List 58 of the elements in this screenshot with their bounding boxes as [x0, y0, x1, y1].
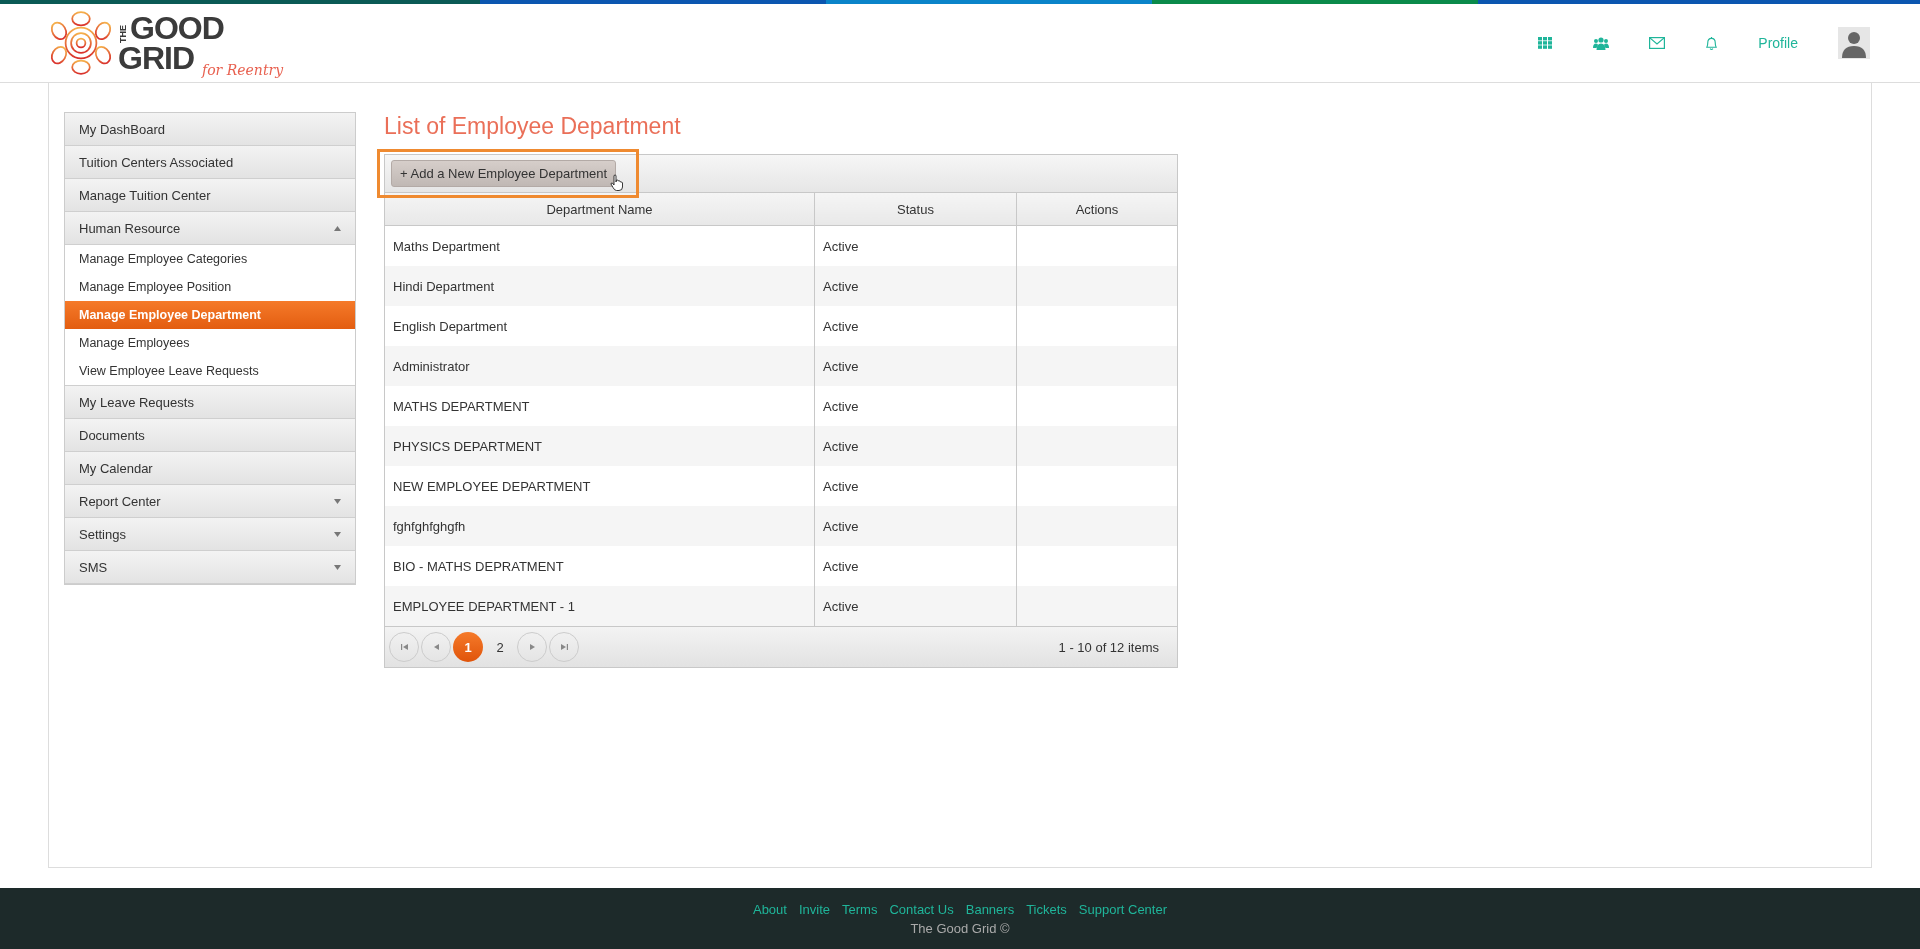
footer-link[interactable]: Terms	[842, 901, 878, 917]
table-cell: Active	[814, 586, 1017, 626]
sidebar-item[interactable]: My Leave Requests	[65, 386, 355, 419]
sidebar-item[interactable]: Settings	[65, 518, 355, 551]
table-cell: Active	[814, 506, 1017, 546]
sidebar-subitem[interactable]: Manage Employee Position	[65, 273, 355, 301]
grid-icon[interactable]	[1538, 37, 1554, 49]
avatar-icon[interactable]	[1838, 27, 1870, 59]
skip-to-end-icon	[560, 644, 568, 650]
sidebar-item[interactable]: Tuition Centers Associated	[65, 146, 355, 179]
sidebar-subitem[interactable]: Manage Employee Categories	[65, 245, 355, 273]
sidebar-subitem[interactable]: Manage Employees	[65, 329, 355, 357]
caret-down-icon	[334, 498, 341, 504]
hand-cursor-icon	[610, 174, 624, 192]
sidebar-item[interactable]: SMS	[65, 551, 355, 584]
triangle-left-icon	[433, 644, 439, 650]
sidebar-item[interactable]: Manage Tuition Center	[65, 179, 355, 212]
column-header[interactable]: Actions	[1016, 193, 1177, 226]
footer-link[interactable]: Tickets	[1026, 901, 1067, 917]
table-cell: PHYSICS DEPARTMENT	[385, 426, 815, 466]
mail-icon[interactable]	[1649, 37, 1666, 49]
table-cell: Administrator	[385, 346, 815, 386]
column-header[interactable]: Status	[814, 193, 1017, 226]
skip-to-start-icon	[400, 644, 408, 650]
page-title: List of Employee Department	[384, 112, 682, 140]
copyright-text: The Good Grid ©	[910, 920, 1010, 936]
logo-word: GOOD	[130, 13, 224, 43]
bell-icon[interactable]	[1705, 35, 1719, 51]
logo-word: THE	[118, 25, 128, 43]
footer-link[interactable]: Banners	[965, 901, 1015, 917]
add-department-button[interactable]: + Add a New Employee Department	[391, 160, 617, 187]
caret-down-icon	[334, 531, 341, 537]
table-cell: Active	[814, 426, 1017, 466]
sidebar-item[interactable]: My Calendar	[65, 452, 355, 485]
footer-link[interactable]: Contact Us	[889, 901, 954, 917]
sidebar-item[interactable]: My DashBoard	[65, 113, 355, 146]
sidebar-item[interactable]: Report Center	[65, 485, 355, 518]
flower-logo-icon	[48, 10, 114, 76]
footer-link[interactable]: About	[752, 901, 787, 917]
column-header[interactable]: Department Name	[385, 193, 815, 226]
page-button[interactable]: 2	[485, 632, 515, 662]
table-cell: EMPLOYEE DEPARTMENT - 1	[385, 586, 815, 626]
table-cell: Hindi Department	[385, 266, 815, 306]
table-cell: fghfghfghgfh	[385, 506, 815, 546]
users-icon[interactable]	[1593, 36, 1610, 50]
caret-up-icon	[334, 225, 341, 231]
logo-tagline: for Reentry	[202, 63, 284, 77]
pager-summary: 1 - 10 of 12 items	[1058, 639, 1159, 655]
triangle-right-icon	[529, 644, 535, 650]
logo-word: GRID	[118, 43, 194, 73]
table-cell: Active	[814, 266, 1017, 306]
footer-link[interactable]: Support Center	[1078, 901, 1168, 917]
sidebar-item[interactable]: Human Resource	[65, 212, 355, 245]
sidebar-item[interactable]: Documents	[65, 419, 355, 452]
sidebar-subitem[interactable]: View Employee Leave Requests	[65, 357, 355, 385]
table-cell: Active	[814, 346, 1017, 386]
caret-down-icon	[334, 564, 341, 570]
footer-link[interactable]: Invite	[798, 901, 831, 917]
